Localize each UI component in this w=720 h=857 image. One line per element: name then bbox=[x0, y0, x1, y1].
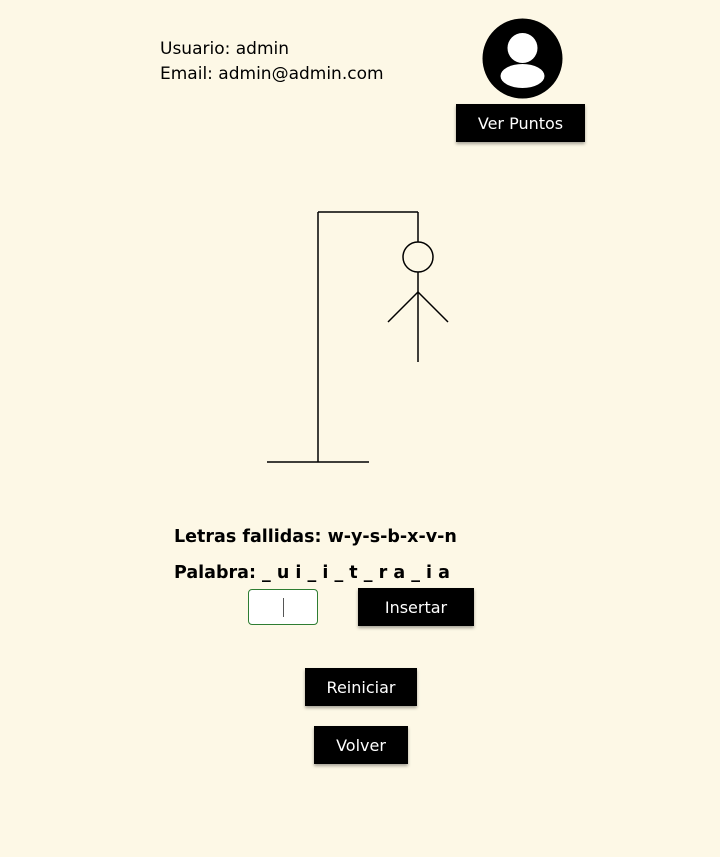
letter-input[interactable] bbox=[248, 589, 318, 625]
word-display: Palabra: _ u i _ i _ t _ r a _ i a bbox=[174, 563, 450, 583]
hangman-left-arm bbox=[387, 291, 419, 323]
failed-letters: Letras fallidas: w-y-s-b-x-v-n bbox=[174, 527, 457, 547]
text-caret bbox=[283, 598, 284, 617]
insertar-button[interactable]: Insertar bbox=[358, 588, 474, 626]
hangman-right-arm bbox=[417, 291, 449, 323]
reiniciar-button[interactable]: Reiniciar bbox=[305, 668, 417, 706]
volver-button[interactable]: Volver bbox=[314, 726, 408, 764]
hangman-head bbox=[402, 241, 434, 273]
